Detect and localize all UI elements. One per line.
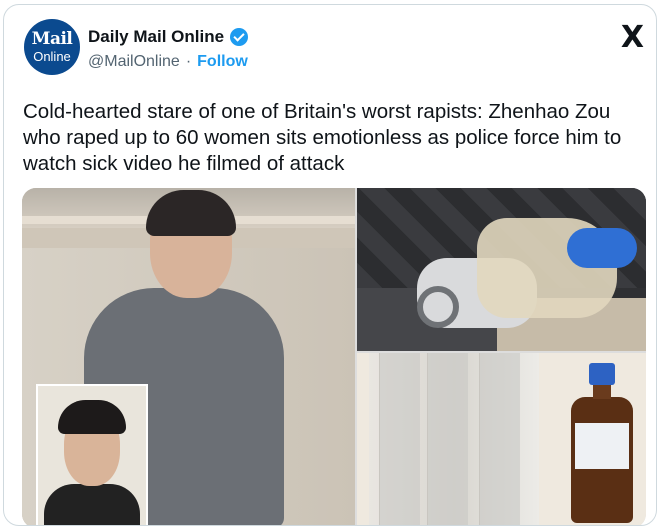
media-photo-main[interactable] [22, 188, 355, 525]
display-name[interactable]: Daily Mail Online [88, 27, 224, 47]
media-photo-inset[interactable] [36, 384, 148, 525]
account-handle-row: @MailOnline · Follow [88, 53, 248, 71]
media-photo-top-right[interactable] [357, 188, 646, 351]
separator-dot: · [185, 53, 192, 70]
media-photo-bottom-right[interactable] [357, 353, 646, 525]
account-name-row: Daily Mail Online [88, 27, 249, 47]
tweet-card: Mail Online Daily Mail Online @MailOnlin… [3, 4, 657, 526]
account-handle[interactable]: @MailOnline [88, 53, 180, 71]
x-logo-icon[interactable]: X [621, 23, 644, 53]
follow-button[interactable]: Follow [197, 53, 248, 71]
tweet-text: Cold-hearted stare of one of Britain's w… [23, 100, 622, 175]
verified-badge-icon [230, 28, 249, 46]
tweet-media-grid [22, 188, 646, 525]
avatar-logo-line1: Mail [31, 29, 73, 49]
avatar-logo-line2: Online [33, 49, 71, 64]
account-avatar[interactable]: Mail Online [24, 19, 80, 75]
